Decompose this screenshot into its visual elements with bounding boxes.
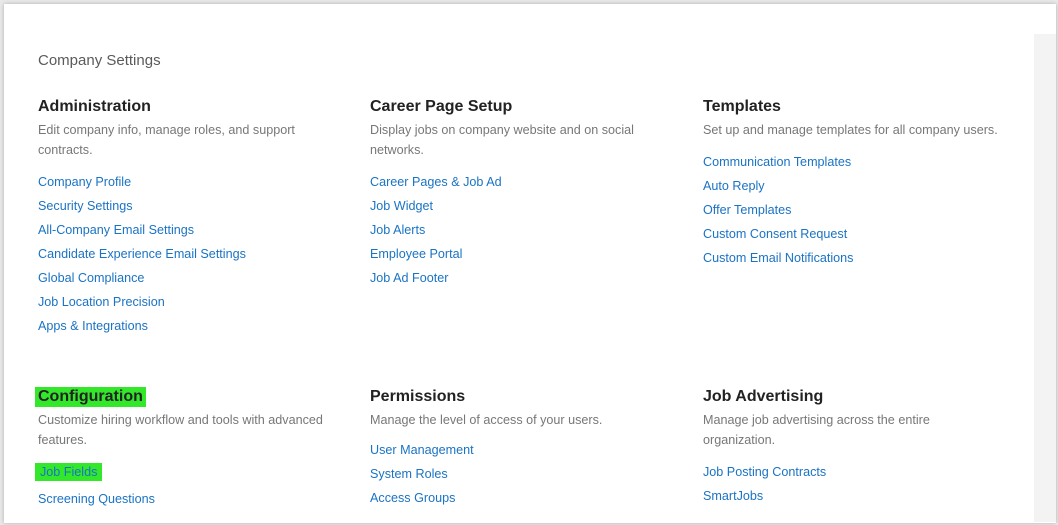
link-offer-templates[interactable]: Offer Templates [703,198,1003,222]
section-title: Career Page Setup [370,98,513,115]
link-list: Career Pages & Job Ad Job Widget Job Ale… [370,170,670,290]
link-employee-portal[interactable]: Employee Portal [370,242,670,266]
section-description: Manage the level of access of your users… [370,413,603,427]
section-title: Administration [38,98,151,115]
link-access-groups[interactable]: Access Groups [370,486,670,510]
section-description: Display jobs on company website and on s… [370,123,634,157]
link-all-company-email-settings[interactable]: All-Company Email Settings [38,218,338,242]
link-company-profile[interactable]: Company Profile [38,170,338,194]
link-candidate-experience-email-settings[interactable]: Candidate Experience Email Settings [38,242,338,266]
link-career-pages-job-ad[interactable]: Career Pages & Job Ad [370,170,670,194]
link-list: Job Posting Contracts SmartJobs [703,460,1003,508]
section-title: Configuration [35,387,146,407]
section-title: Templates [703,98,781,115]
section-description: Edit company info, manage roles, and sup… [38,123,295,157]
link-job-ad-footer[interactable]: Job Ad Footer [370,266,670,290]
page-title: Company Settings [38,52,161,69]
section-title: Permissions [370,388,466,405]
link-smartjobs[interactable]: SmartJobs [703,484,1003,508]
link-auto-reply[interactable]: Auto Reply [703,174,1003,198]
link-job-widget[interactable]: Job Widget [370,194,670,218]
link-global-compliance[interactable]: Global Compliance [38,266,338,290]
link-job-posting-contracts[interactable]: Job Posting Contracts [703,460,1003,484]
section-templates: Templates Set up and manage templates fo… [703,97,1003,270]
link-job-fields[interactable]: Job Fields [35,463,103,481]
section-description: Set up and manage templates for all comp… [703,123,998,137]
link-screening-questions[interactable]: Screening Questions [38,487,338,511]
link-apps-integrations[interactable]: Apps & Integrations [38,314,338,338]
link-custom-consent-request[interactable]: Custom Consent Request [703,222,1003,246]
section-job-advertising: Job Advertising Manage job advertising a… [703,387,1003,508]
link-list: Company Profile Security Settings All-Co… [38,170,338,338]
link-list: Job Fields Screening Questions [35,460,338,511]
link-list: User Management System Roles Access Grou… [370,438,670,510]
section-description: Customize hiring workflow and tools with… [38,413,323,447]
link-communication-templates[interactable]: Communication Templates [703,150,1003,174]
settings-panel: Company Settings Administration Edit com… [4,4,1056,523]
link-custom-email-notifications[interactable]: Custom Email Notifications [703,246,1003,270]
link-list: Communication Templates Auto Reply Offer… [703,150,1003,270]
section-permissions: Permissions Manage the level of access o… [370,387,670,510]
section-career-page-setup: Career Page Setup Display jobs on compan… [370,97,670,290]
link-job-location-precision[interactable]: Job Location Precision [38,290,338,314]
scrollbar[interactable] [1034,34,1056,522]
link-job-alerts[interactable]: Job Alerts [370,218,670,242]
section-configuration: Configuration Customize hiring workflow … [35,387,338,511]
section-administration: Administration Edit company info, manage… [38,97,338,338]
section-description: Manage job advertising across the entire… [703,413,930,447]
link-security-settings[interactable]: Security Settings [38,194,338,218]
link-user-management[interactable]: User Management [370,438,670,462]
link-system-roles[interactable]: System Roles [370,462,670,486]
section-title: Job Advertising [703,388,824,405]
